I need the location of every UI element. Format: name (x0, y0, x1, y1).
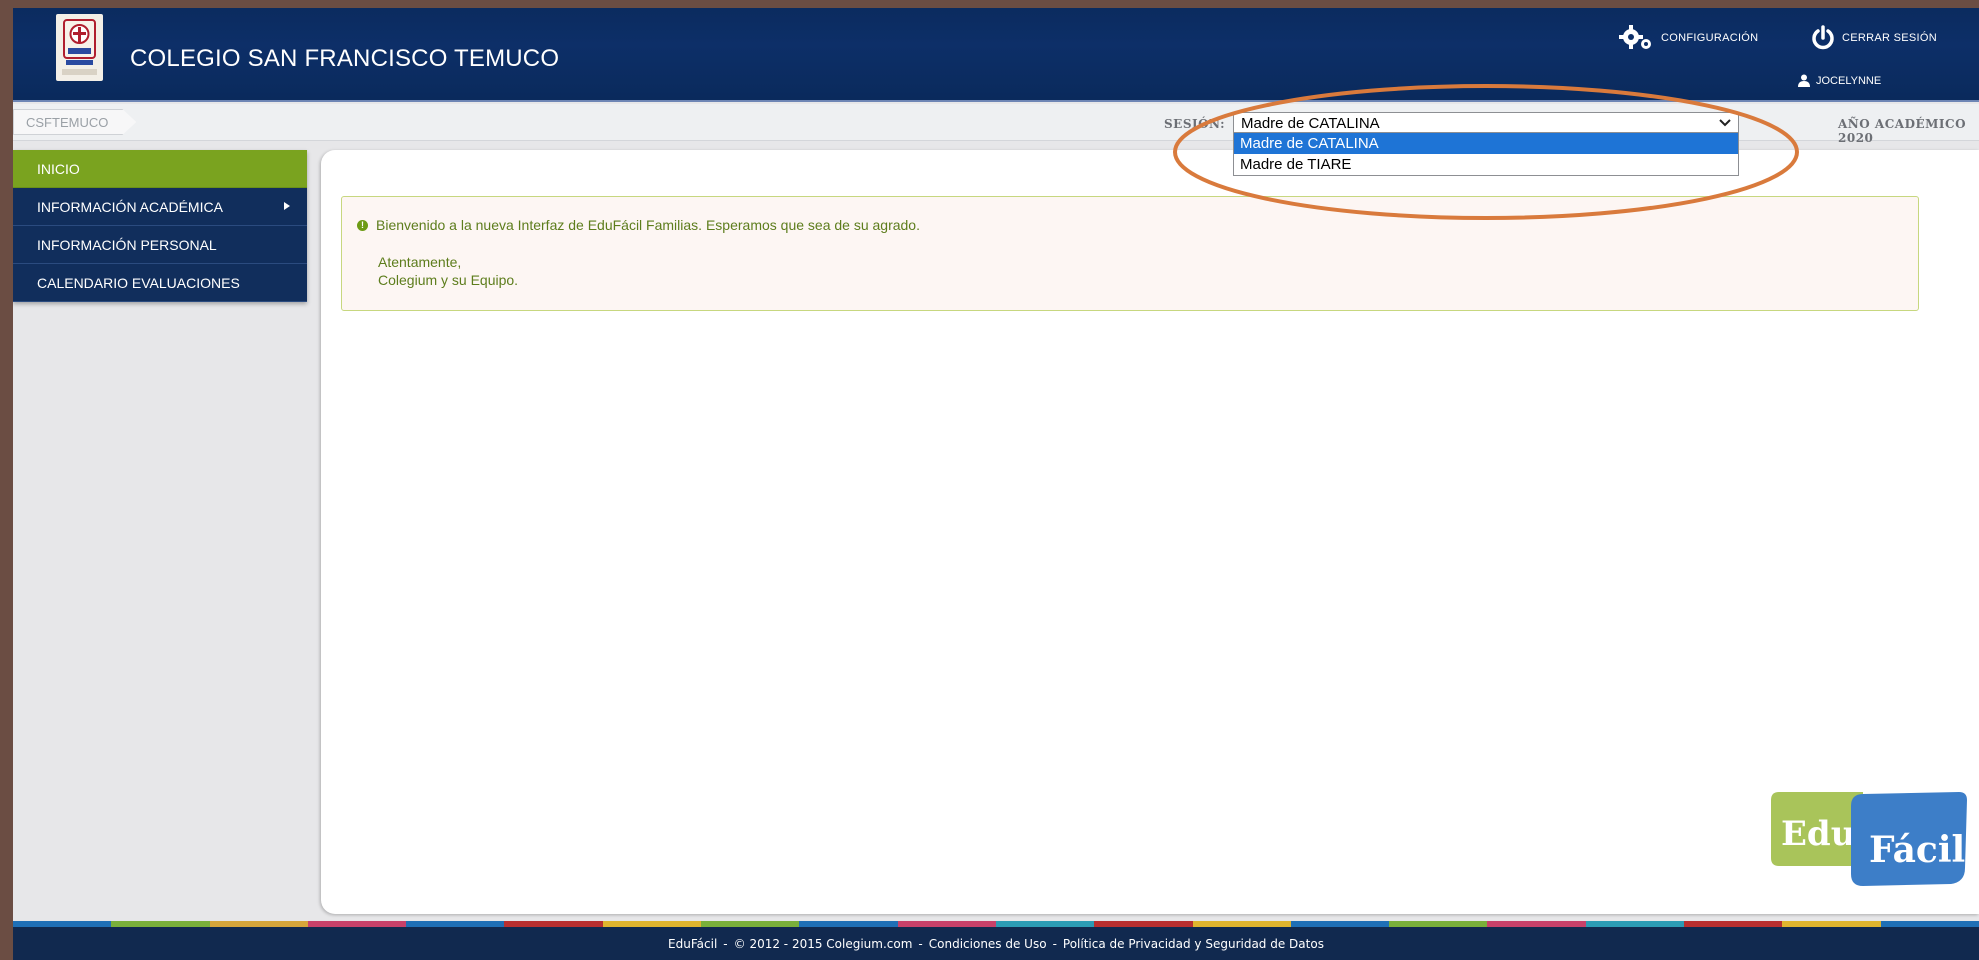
edufacil-logo: Edu Fácil (1713, 790, 1973, 895)
config-button[interactable]: CONFIGURACIÓN (1619, 24, 1758, 52)
session-selected-value: Madre de CATALINA (1241, 114, 1380, 132)
sidebar-item-label: INFORMACIÓN PERSONAL (37, 236, 217, 253)
info-icon: ! (357, 219, 368, 231)
logout-label: CERRAR SESIÓN (1842, 32, 1937, 44)
footer-brand: EduFácil (668, 936, 718, 951)
config-label: CONFIGURACIÓN (1661, 32, 1759, 44)
app-window: COLEGIO SAN FRANCISCO TEMUCO CONFIGURACI… (13, 8, 1979, 960)
sidebar-item-informacion-academica[interactable]: INFORMACIÓN ACADÉMICA (13, 188, 307, 226)
session-option[interactable]: Madre de TIARE (1234, 154, 1738, 175)
breadcrumb[interactable]: CSFTEMUCO (13, 109, 136, 135)
logo-edu-text: Edu (1781, 814, 1855, 854)
school-crest-logo[interactable] (56, 14, 103, 81)
welcome-closing: Atentamente, (378, 254, 462, 270)
logout-button[interactable]: CERRAR SESIÓN (1810, 24, 1937, 52)
academic-year: AÑO ACADÉMICO 2020 (1838, 117, 1967, 145)
user-name: JOCELYNNE (1816, 74, 1882, 87)
welcome-signature: Colegium y su Equipo. (378, 272, 519, 288)
welcome-message: Bienvenido a la nueva Interfaz de EduFác… (376, 217, 920, 233)
user-menu[interactable]: JOCELYNNE (1798, 74, 1881, 87)
sidebar-item-label: CALENDARIO EVALUACIONES (37, 274, 240, 291)
welcome-alert: ! Bienvenido a la nueva Interfaz de EduF… (341, 196, 1919, 311)
session-label: SESIÓN: (1164, 117, 1226, 131)
session-dropdown-list: Madre de CATALINA Madre de TIARE (1233, 132, 1739, 176)
session-select[interactable]: Madre de CATALINA (1233, 112, 1739, 134)
footer-privacy-link[interactable]: Política de Privacidad y Seguridad de Da… (1063, 937, 1324, 951)
session-option[interactable]: Madre de CATALINA (1234, 133, 1738, 154)
sidebar-item-informacion-personal[interactable]: INFORMACIÓN PERSONAL (13, 226, 307, 264)
caret-right-icon (284, 201, 290, 212)
sidebar-item-label: INICIO (37, 160, 80, 177)
gears-icon (1619, 25, 1655, 51)
sidebar-item-inicio[interactable]: INICIO (13, 150, 307, 188)
power-icon (1810, 25, 1836, 51)
footer-terms-link[interactable]: Condiciones de Uso (929, 937, 1047, 951)
sidebar-item-calendario-evaluaciones[interactable]: CALENDARIO EVALUACIONES (13, 264, 307, 302)
main-content: ! Bienvenido a la nueva Interfaz de EduF… (321, 150, 1979, 914)
sidebar-item-label: INFORMACIÓN ACADÉMICA (37, 198, 223, 215)
sidebar-nav: INICIO INFORMACIÓN ACADÉMICA INFORMACIÓN… (13, 150, 307, 302)
school-name: COLEGIO SAN FRANCISCO TEMUCO (130, 45, 560, 72)
chevron-down-icon (1719, 116, 1731, 130)
header-bar: COLEGIO SAN FRANCISCO TEMUCO CONFIGURACI… (13, 8, 1979, 102)
footer: EduFácil - © 2012 - 2015 Colegium.com - … (13, 927, 1979, 960)
user-icon (1798, 74, 1810, 87)
logo-facil-text: Fácil (1869, 829, 1965, 871)
footer-copyright: © 2012 - 2015 Colegium.com (733, 936, 913, 951)
